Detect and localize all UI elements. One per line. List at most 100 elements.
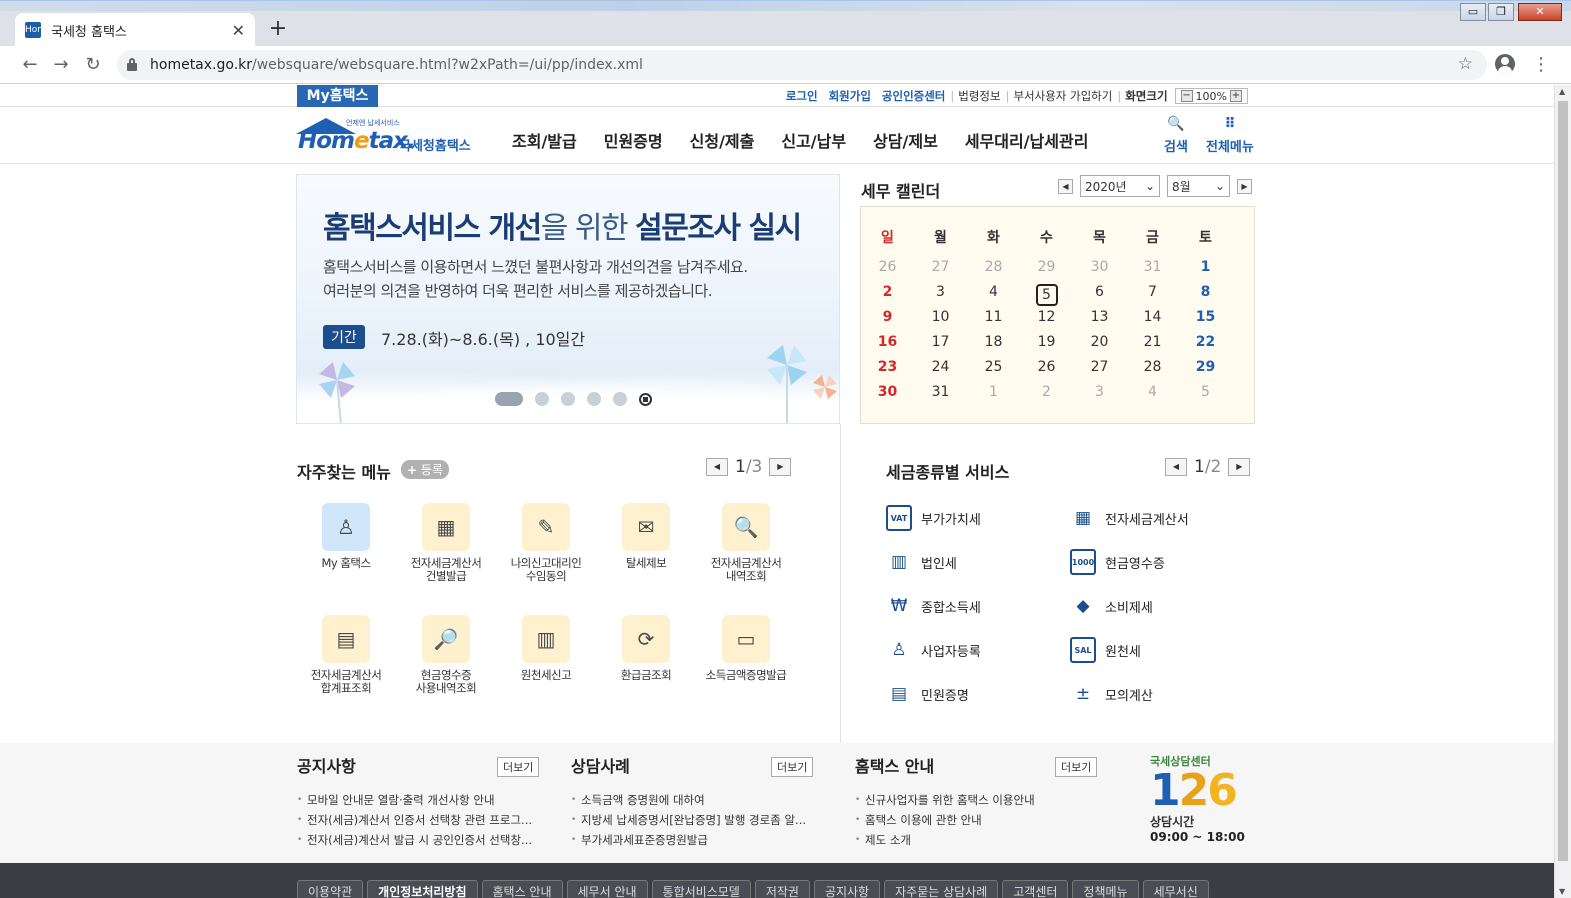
footer-link[interactable]: 개인정보처리방침 (367, 880, 478, 898)
calendar-day[interactable]: 26 (1020, 359, 1073, 375)
tax-service-item[interactable]: ▥ 법인세 (886, 549, 957, 575)
signup-link[interactable]: 회원가입 (829, 88, 871, 104)
calendar-day[interactable]: 29 (1020, 259, 1073, 275)
calendar-day[interactable]: 27 (914, 259, 967, 275)
calendar-day[interactable]: 13 (1073, 309, 1126, 325)
prev-page-icon[interactable]: ◀ (706, 458, 728, 476)
tax-service-item[interactable]: ▦ 전자세금계산서 (1070, 505, 1189, 531)
notice-item[interactable]: 소득금액 증명원에 대하여 (571, 790, 831, 810)
all-menu-button[interactable]: ⠿ 전체메뉴 (1206, 116, 1254, 155)
calendar-day[interactable]: 24 (914, 359, 967, 375)
calendar-day[interactable]: 25 (967, 359, 1020, 375)
notice-item[interactable]: 전자(세금)계산서 인증서 선택창 관련 프로그... (297, 810, 557, 830)
tax-service-item[interactable]: ₩ 종합소득세 (886, 593, 981, 619)
calendar-day[interactable]: 1 (967, 384, 1020, 400)
calendar-day[interactable]: 27 (1073, 359, 1126, 375)
browser-menu-icon[interactable]: ⋮ (1532, 54, 1550, 75)
calendar-day[interactable]: 9 (861, 309, 914, 325)
footer-link[interactable]: 공지사항 (813, 880, 881, 898)
tax-service-item[interactable]: ▤ 민원증명 (886, 681, 969, 707)
calendar-day[interactable]: 31 (1126, 259, 1179, 275)
calendar-day[interactable]: 10 (914, 309, 967, 325)
frequent-menu-item[interactable]: ▭ 소득금액증명발급 (696, 615, 796, 682)
stop-icon[interactable] (639, 392, 652, 406)
footer-link[interactable]: 세무서 안내 (566, 880, 648, 898)
calendar-day[interactable]: 8 (1179, 284, 1232, 306)
browser-tab[interactable]: Hom 국세청 홈택스 ✕ (15, 13, 255, 47)
nav-consult[interactable]: 상담/제보 (873, 128, 938, 152)
more-button[interactable]: 더보기 (771, 757, 814, 777)
calendar-day[interactable]: 3 (1073, 384, 1126, 400)
footer-link[interactable]: 자주묻는 상담사례 (884, 880, 999, 898)
prev-month-icon[interactable]: ◀ (1058, 178, 1073, 194)
nav-apply[interactable]: 신청/제출 (690, 128, 755, 152)
footer-link[interactable]: 고객센터 (1002, 880, 1069, 898)
frequent-menu-item[interactable]: ♙ My 홈택스 (296, 503, 396, 570)
new-tab-button[interactable]: + (266, 18, 290, 42)
footer-link[interactable]: 통합서비스모델 (651, 880, 751, 898)
banner-dot[interactable] (587, 392, 601, 406)
zoom-out-button[interactable]: − (1180, 90, 1193, 102)
footer-link[interactable]: 저작권 (754, 880, 810, 898)
frequent-menu-item[interactable]: 🔍 전자세금계산서 내역조회 (696, 503, 796, 583)
notice-item[interactable]: 신규사업자를 위한 홈택스 이용안내 (855, 790, 1115, 810)
scroll-up-icon[interactable]: ▲ (1559, 87, 1565, 96)
footer-link[interactable]: 세무서신 (1142, 880, 1209, 898)
notice-item[interactable]: 부가세과세표준증명원발급 (571, 830, 831, 850)
frequent-menu-item[interactable]: ✉ 탈세제보 (596, 503, 696, 570)
close-tab-icon[interactable]: ✕ (232, 21, 245, 40)
footer-link[interactable]: 이용약관 (297, 880, 364, 898)
banner-dot[interactable] (613, 392, 627, 406)
banner-dot[interactable] (535, 392, 549, 406)
month-select[interactable]: 8월 ⌄ (1167, 175, 1230, 197)
scrollbar-thumb[interactable] (1558, 101, 1568, 861)
nav-certificate[interactable]: 민원증명 (604, 128, 663, 152)
notice-item[interactable]: 전자(세금)계산서 발급 시 공인인증서 선택창... (297, 830, 557, 850)
calendar-day[interactable]: 16 (861, 334, 914, 350)
footer-link[interactable]: 홈택스 안내 (481, 880, 563, 898)
reload-icon[interactable]: ↻ (83, 55, 103, 75)
notice-item[interactable]: 홈택스 이용에 관한 안내 (855, 810, 1115, 830)
calendar-day[interactable]: 11 (967, 309, 1020, 325)
calendar-day[interactable]: 14 (1126, 309, 1179, 325)
next-page-icon[interactable]: ▶ (769, 458, 792, 476)
url-field[interactable]: hometax.go.kr/websquare/websquare.html?w… (117, 50, 1487, 80)
calendar-day[interactable]: 30 (861, 384, 914, 400)
forward-arrow-icon[interactable]: → (51, 55, 71, 75)
more-button[interactable]: 더보기 (497, 757, 540, 777)
nav-report[interactable]: 신고/납부 (781, 128, 846, 152)
vertical-scrollbar[interactable]: ▲ ▼ (1554, 85, 1571, 898)
frequent-menu-item[interactable]: ▤ 전자세금계산서 합계표조회 (296, 615, 396, 695)
register-button[interactable]: + 등록 (401, 460, 449, 479)
calendar-day[interactable]: 28 (967, 259, 1020, 275)
calendar-day[interactable]: 21 (1126, 334, 1179, 350)
calendar-day[interactable]: 3 (914, 284, 967, 306)
calendar-day[interactable]: 1 (1179, 259, 1232, 275)
notice-item[interactable]: 제도 소개 (855, 830, 1115, 850)
frequent-menu-item[interactable]: ⟳ 환급금조회 (596, 615, 696, 682)
window-close-button[interactable]: ✕ (1518, 3, 1562, 21)
tax-service-item[interactable]: VAT 부가가치세 (886, 505, 981, 531)
frequent-menu-item[interactable]: ▥ 원천세신고 (496, 615, 596, 682)
footer-link[interactable]: 정책메뉴 (1072, 880, 1139, 898)
tax-service-item[interactable]: ♙ 사업자등록 (886, 637, 980, 663)
notice-item[interactable]: 모바일 안내문 열람·출력 개선사항 안내 (297, 790, 557, 810)
next-page-icon[interactable]: ▶ (1228, 458, 1251, 476)
my-hometax-button[interactable]: My홈택스 (297, 85, 378, 107)
profile-avatar-icon[interactable] (1495, 54, 1515, 74)
frequent-menu-item[interactable]: ✎ 나의신고대리인 수임동의 (496, 503, 596, 583)
frequent-menu-item[interactable]: ▦ 전자세금계산서 건별발급 (396, 503, 496, 583)
nav-agent[interactable]: 세무대리/납세관리 (965, 128, 1089, 152)
calendar-day[interactable]: 28 (1126, 359, 1179, 375)
calendar-day[interactable]: 22 (1179, 334, 1232, 350)
law-info-link[interactable]: 법령정보 (958, 88, 1000, 104)
tax-service-item[interactable]: 1000 현금영수증 (1070, 549, 1165, 575)
survey-banner[interactable]: 홈택스서비스 개선을 위한 설문조사 실시 홈택스서비스를 이용하면서 느꼈던 … (296, 174, 840, 424)
calendar-day[interactable]: 4 (967, 284, 1020, 306)
banner-dot[interactable] (495, 392, 523, 406)
calendar-day[interactable]: 17 (914, 334, 967, 350)
calendar-day[interactable]: 7 (1126, 284, 1179, 306)
calendar-day[interactable]: 4 (1126, 384, 1179, 400)
calendar-day[interactable]: 18 (967, 334, 1020, 350)
calendar-day[interactable]: 2 (1020, 384, 1073, 400)
